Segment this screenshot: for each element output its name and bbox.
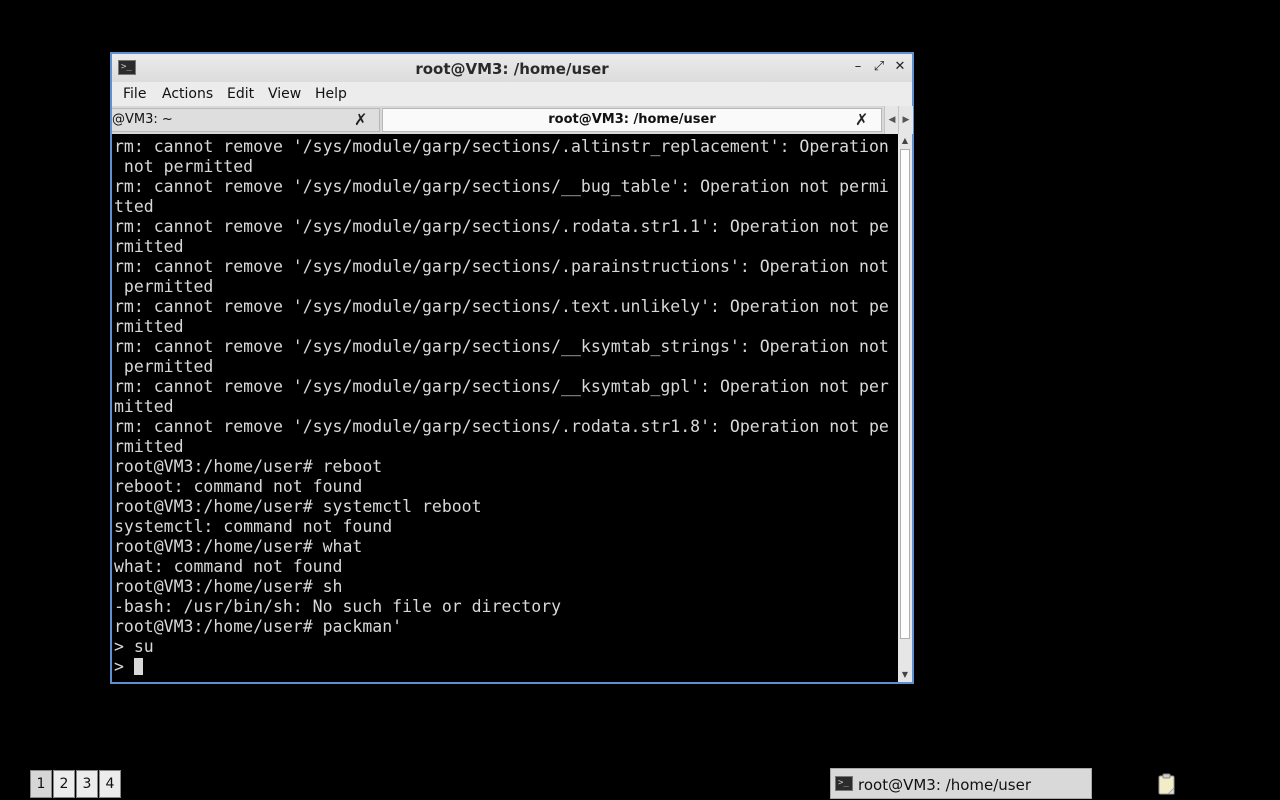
tab-label: root@VM3: /home/user [548,112,716,127]
terminal-line: rm: cannot remove '/sys/module/garp/sect… [114,417,889,436]
terminal-window: >_ root@VM3: /home/user – ⤢ ✕ File Actio… [110,52,914,684]
scrollbar-thumb[interactable] [900,149,910,639]
terminal-icon: >_ [835,776,853,791]
tab-scroll-left-icon[interactable]: ◀ [884,106,899,134]
terminal-line: rm: cannot remove '/sys/module/garp/sect… [114,217,889,236]
workspace-2-button[interactable]: 2 [53,770,75,798]
terminal-line: root@VM3:/home/user# reboot [114,457,383,476]
workspace-3-button[interactable]: 3 [76,770,98,798]
terminal-line: > su [114,637,154,656]
terminal-line: root@VM3:/home/user# packman' [114,617,403,636]
terminal-line: permitted [114,357,214,376]
scroll-down-icon[interactable]: ▼ [898,668,912,682]
close-icon[interactable]: ✕ [892,59,908,75]
menu-view[interactable]: View [268,86,301,102]
terminal-line: rmitted [114,317,184,336]
terminal-line: rmitted [114,437,184,456]
prompt-text: > [114,657,134,676]
tab-scroll-right-icon[interactable]: ▶ [898,106,913,134]
terminal-line: rm: cannot remove '/sys/module/garp/sect… [114,297,889,316]
terminal-line: root@VM3:/home/user# what [114,537,363,556]
scrollbar[interactable]: ▲ ▼ [898,134,912,682]
menu-actions[interactable]: Actions [162,86,213,102]
scroll-up-icon[interactable]: ▲ [898,134,912,148]
menu-help[interactable]: Help [315,86,347,102]
terminal-line: rm: cannot remove '/sys/module/garp/sect… [114,257,889,276]
workspace-4-button[interactable]: 4 [99,770,121,798]
menu-bar: File Actions Edit View Help [112,82,912,107]
text-cursor [133,658,143,675]
tab-close-icon[interactable]: ✗ [354,109,367,131]
workspace-1-button[interactable]: 1 [30,770,52,798]
terminal-line: -bash: /usr/bin/sh: No such file or dire… [114,597,562,616]
terminal-line: reboot: command not found [114,477,363,496]
terminal-lines: rm: cannot remove '/sys/module/garp/sect… [114,137,898,677]
terminal-line: tted [114,197,154,216]
menu-edit[interactable]: Edit [227,86,254,102]
tab-close-icon[interactable]: ✗ [855,109,868,131]
maximize-icon[interactable]: ⤢ [871,59,887,75]
taskbar-terminal-item[interactable]: >_ root@VM3: /home/user [830,768,1092,799]
minimize-icon[interactable]: – [850,59,866,75]
terminal-line: rmitted [114,237,184,256]
clipboard-icon[interactable] [1158,773,1176,795]
title-bar[interactable]: >_ root@VM3: /home/user – ⤢ ✕ [112,54,912,82]
tab-home[interactable]: @VM3: ~ ✗ [112,108,380,132]
terminal-line: root@VM3:/home/user# sh [114,577,343,596]
taskbar: 1 2 3 4 >_ root@VM3: /home/user [0,768,1280,800]
terminal-line: rm: cannot remove '/sys/module/garp/sect… [114,377,889,396]
terminal-output[interactable]: rm: cannot remove '/sys/module/garp/sect… [112,134,898,682]
terminal-line: systemctl: command not found [114,517,393,536]
terminal-line: what: command not found [114,557,343,576]
terminal-line: rm: cannot remove '/sys/module/garp/sect… [114,337,889,356]
tab-user[interactable]: root@VM3: /home/user ✗ [382,108,882,132]
window-title: root@VM3: /home/user [415,60,609,78]
menu-file[interactable]: File [123,86,146,102]
terminal-line: rm: cannot remove '/sys/module/garp/sect… [114,137,889,156]
tab-bar: @VM3: ~ ✗ root@VM3: /home/user ✗ [112,106,912,134]
terminal-prompt-line: > [114,657,898,677]
terminal-line: root@VM3:/home/user# systemctl reboot [114,497,482,516]
terminal-line: permitted [114,277,214,296]
terminal-line: rm: cannot remove '/sys/module/garp/sect… [114,177,889,196]
task-label: root@VM3: /home/user [858,776,1031,794]
terminal-line: not permitted [114,157,254,176]
tab-label: @VM3: ~ [112,112,173,127]
terminal-line: mitted [114,397,174,416]
